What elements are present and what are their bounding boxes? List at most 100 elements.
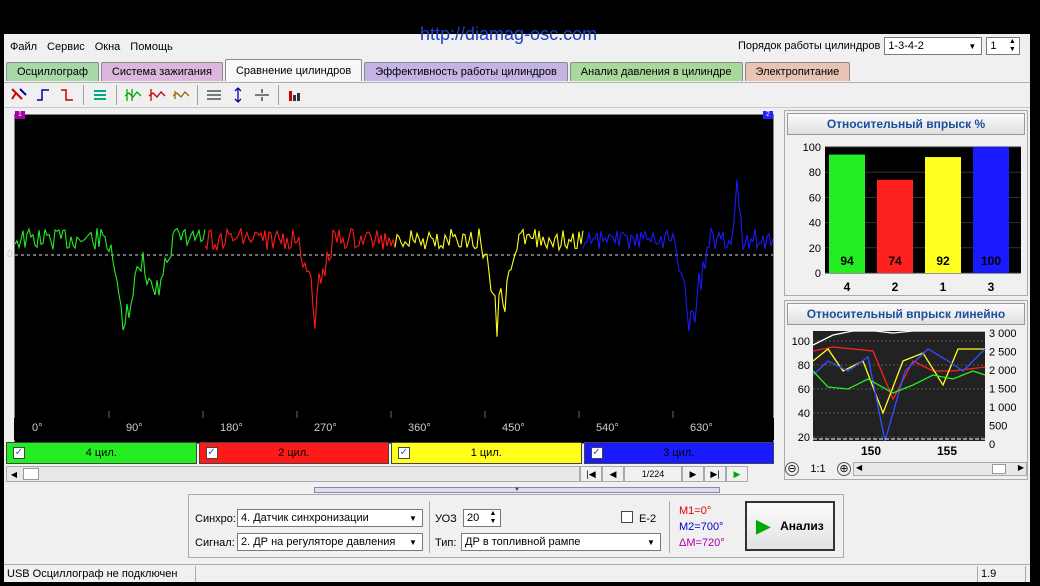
markers-red-icon[interactable] <box>146 84 168 106</box>
splitter-handle[interactable]: ▼ <box>314 487 720 493</box>
sync-select[interactable]: 4. Датчик синхронизации ▼ <box>237 509 423 527</box>
signal-select[interactable]: 2. ДР на регуляторе давления ▼ <box>237 533 423 551</box>
x-tick-label: 630° <box>690 422 713 434</box>
tab-bar: Осциллограф Система зажигания Сравнение ци… <box>6 59 852 81</box>
zoom-out-icon[interactable]: ⊖ <box>785 462 799 476</box>
x-tick-label: 270° <box>314 422 337 434</box>
last-page-icon[interactable]: ▶| <box>704 466 726 482</box>
prev-page-icon[interactable]: ◀ <box>602 466 624 482</box>
zoom-in-icon[interactable]: ⊕ <box>837 462 851 476</box>
bar-category-label: 3 <box>988 280 995 294</box>
marker-2[interactable]: 2 <box>763 111 773 119</box>
next-page-icon[interactable]: ▶ <box>682 466 704 482</box>
order-select[interactable]: 1-3-4-2 ▼ <box>884 37 983 55</box>
cylinder-order: Порядок работы цилиндров 1-3-4-2 ▼ 1 ▲ ▼ <box>738 37 1021 55</box>
check-icon[interactable]: ✓ <box>13 447 25 459</box>
sync-label: Синхро: <box>195 513 236 525</box>
markers-green-icon[interactable] <box>122 84 144 106</box>
scroll-thumb[interactable] <box>23 468 39 480</box>
divider <box>429 501 430 553</box>
tab-2[interactable]: Сравнение цилиндров <box>224 59 363 81</box>
cylinder-tab-2[interactable]: ✓ 1 цил. <box>391 442 582 464</box>
status-bar: USB Осциллограф не подключен 1.9 <box>4 564 1030 582</box>
bar-y-tick: 0 <box>815 268 821 280</box>
menu-service[interactable]: Сервис <box>45 41 87 53</box>
e2-checkbox[interactable] <box>621 511 633 523</box>
order-value: 1-3-4-2 <box>888 40 924 52</box>
uoz-stepper[interactable]: 20 ▲ ▼ <box>463 509 501 527</box>
divider <box>669 501 670 553</box>
center-line-icon[interactable] <box>251 84 273 106</box>
x-tick-label: 180° <box>220 422 243 434</box>
relative-injection-title: Относительный впрыск % <box>787 113 1025 135</box>
toolbar-separator <box>116 85 117 105</box>
status-middle <box>196 565 978 582</box>
tab-1[interactable]: Система зажигания <box>100 62 223 81</box>
cylinder-tab-3[interactable]: ✓ 3 цил. <box>583 442 774 464</box>
x-axis: 0° 90° 180° 270° 360° 450° 540° 630° <box>14 418 774 440</box>
type-value: ДР в топливной рампе <box>465 536 581 548</box>
waveform-cylinder-1 <box>204 227 396 329</box>
line-y-left-tick: 80 <box>798 360 810 372</box>
first-page-icon[interactable]: |◀ <box>580 466 602 482</box>
type-select[interactable]: ДР в топливной рампе ▼ <box>461 533 661 551</box>
check-icon[interactable]: ✓ <box>398 447 410 459</box>
waveform-cylinder-2 <box>394 227 584 337</box>
order-count-value: 1 <box>990 40 997 52</box>
play-icon[interactable]: ▶ <box>726 466 748 482</box>
relative-injection-panel: Относительный впрыск % 100 80 60 40 20 0 94 4 74… <box>784 110 1028 296</box>
line-y-left-tick: 40 <box>798 408 810 420</box>
chart-scroll-thumb[interactable] <box>992 464 1006 474</box>
rise-edge-icon[interactable] <box>32 84 54 106</box>
grid-lines-icon[interactable] <box>203 84 225 106</box>
scroll-right-icon[interactable]: ▶ <box>1018 463 1024 472</box>
cursor-tool-icon[interactable] <box>8 84 30 106</box>
status-version: 1.9 <box>978 565 1026 582</box>
linear-injection-panel: Относительный впрыск линейно 100 80 60 40 20… <box>784 300 1028 480</box>
check-icon[interactable]: ✓ <box>205 447 218 459</box>
cylinder-label: 1 цил. <box>470 447 502 459</box>
analyze-label: Анализ <box>780 519 824 533</box>
order-count-stepper[interactable]: 1 ▲ ▼ <box>986 37 1021 55</box>
line-y-right-tick: 2 500 <box>989 347 1017 359</box>
chevron-down-icon: ▼ <box>409 513 417 523</box>
bar-category-label: 1 <box>940 280 947 294</box>
x-tick-label: 360° <box>408 422 431 434</box>
relative-injection-chart: 100 80 60 40 20 0 94 4 74 2 92 1 100 3 <box>803 142 1021 294</box>
bar-category-label: 2 <box>892 280 899 294</box>
menu-file[interactable]: Файл <box>8 41 39 53</box>
tab-0[interactable]: Осциллограф <box>6 62 99 81</box>
vertical-scale-icon[interactable] <box>227 84 249 106</box>
line-y-left-tick: 60 <box>798 384 810 396</box>
bar-value-label: 74 <box>888 254 902 268</box>
markers-mixed-icon[interactable] <box>170 84 192 106</box>
spin-icon: ▲ ▼ <box>1008 38 1016 53</box>
menu-windows[interactable]: Окна <box>93 41 123 53</box>
marker-1[interactable]: 1 <box>15 111 25 119</box>
bar-value-label: 92 <box>936 254 950 268</box>
cylinder-tab-1[interactable]: ✓ 2 цил. <box>198 442 389 464</box>
play-icon: ▶ <box>756 515 771 536</box>
scroll-left-icon[interactable]: ◀ <box>7 467 21 481</box>
check-icon[interactable]: ✓ <box>590 447 603 459</box>
cylinder-tab-0[interactable]: ✓ 4 цил. <box>6 442 197 464</box>
oscilloscope-view[interactable]: 0 1 2 <box>7 111 774 444</box>
bar-value-label: 94 <box>840 254 854 268</box>
analyze-button[interactable]: ▶ Анализ <box>745 501 835 551</box>
sync-value: 4. Датчик синхронизации <box>241 512 369 524</box>
scroll-left-icon[interactable]: ◀ <box>856 463 862 472</box>
sync-tool-icon[interactable] <box>89 84 111 106</box>
zoom-level: 1:1 <box>810 463 826 475</box>
main-window: Файл Сервис Окна Помощь Порядок работы ц… <box>4 34 1030 582</box>
bar-chart-icon[interactable] <box>284 84 306 106</box>
tab-3[interactable]: Эффективность работы цилиндров <box>364 62 568 81</box>
tab-5[interactable]: Электропитание <box>744 62 851 81</box>
url-watermark: http://diamag-osc.com <box>420 24 598 44</box>
line-x-tick: 150 <box>861 444 881 457</box>
fall-edge-icon[interactable] <box>56 84 78 106</box>
bar-category-label: 4 <box>844 280 851 294</box>
horizontal-scrollbar[interactable]: ◀ <box>6 466 580 482</box>
chart-scrollbar[interactable]: ◀ ▶ <box>853 462 1027 476</box>
tab-4[interactable]: Анализ давления в цилиндре <box>569 62 743 81</box>
menu-help[interactable]: Помощь <box>128 41 175 53</box>
